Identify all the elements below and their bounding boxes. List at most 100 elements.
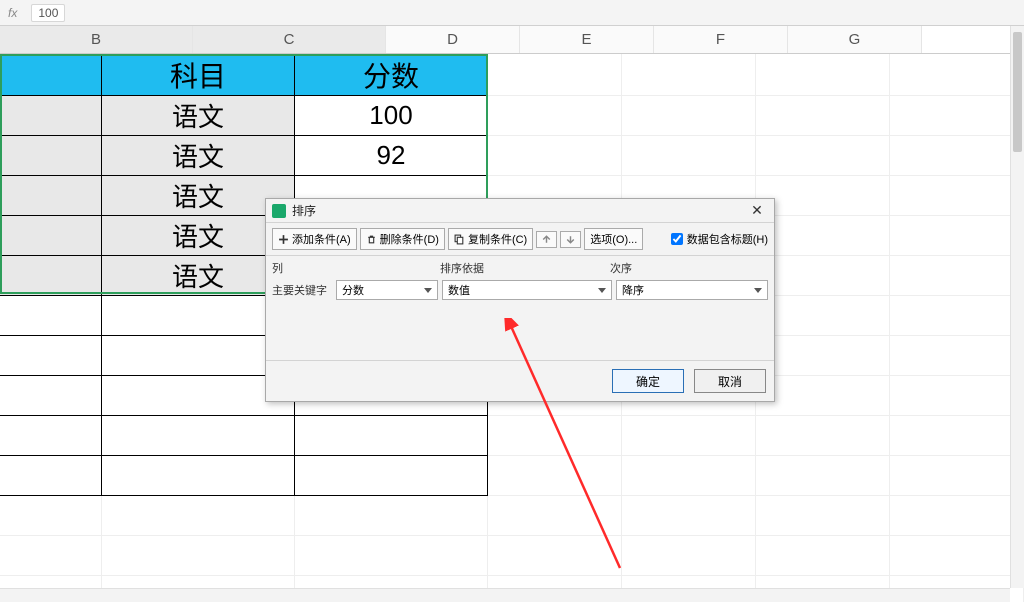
cell-C12[interactable] bbox=[295, 496, 488, 536]
cell-F8[interactable] bbox=[756, 336, 890, 376]
cell-score-3[interactable]: 92 bbox=[295, 136, 488, 176]
cell-E10[interactable] bbox=[622, 416, 756, 456]
vertical-scrollbar[interactable] bbox=[1010, 26, 1024, 588]
options-label: 选项(O)... bbox=[590, 231, 637, 247]
cell-A2[interactable] bbox=[0, 96, 102, 136]
dialog-titlebar[interactable]: 排序 ✕ bbox=[266, 199, 774, 223]
cell-C13[interactable] bbox=[295, 536, 488, 576]
cell-B12[interactable] bbox=[102, 496, 295, 536]
cell-E11[interactable] bbox=[622, 456, 756, 496]
cell-A12[interactable] bbox=[0, 496, 102, 536]
arrow-up-icon bbox=[541, 234, 552, 245]
cell-G13[interactable] bbox=[890, 536, 1024, 576]
cell-A5[interactable] bbox=[0, 216, 102, 256]
cell-A4[interactable] bbox=[0, 176, 102, 216]
cell-G10[interactable] bbox=[890, 416, 1024, 456]
cell-D13[interactable] bbox=[488, 536, 622, 576]
cell-G2[interactable] bbox=[890, 96, 1024, 136]
cell-F1[interactable] bbox=[756, 54, 890, 96]
sort-order-combo[interactable]: 降序 bbox=[616, 280, 768, 300]
cell-subject-3[interactable]: 语文 bbox=[102, 136, 295, 176]
copy-condition-button[interactable]: 复制条件(C) bbox=[448, 228, 533, 250]
cell-F7[interactable] bbox=[756, 296, 890, 336]
options-button[interactable]: 选项(O)... bbox=[584, 228, 643, 250]
cell-A3[interactable] bbox=[0, 136, 102, 176]
col-header-B[interactable]: B bbox=[0, 26, 193, 53]
ok-button[interactable]: 确定 bbox=[612, 369, 684, 393]
vertical-scrollbar-thumb[interactable] bbox=[1013, 32, 1022, 152]
cell-F3[interactable] bbox=[756, 136, 890, 176]
header-basis: 排序依据 bbox=[440, 260, 610, 276]
cell-A11[interactable] bbox=[0, 456, 102, 496]
cell-subject-header[interactable]: 科目 bbox=[102, 54, 295, 96]
horizontal-scrollbar[interactable] bbox=[0, 588, 1010, 602]
col-header-G[interactable]: G bbox=[788, 26, 922, 53]
cell-E2[interactable] bbox=[622, 96, 756, 136]
move-down-button[interactable] bbox=[560, 231, 581, 248]
cell-D10[interactable] bbox=[488, 416, 622, 456]
cell-D3[interactable] bbox=[488, 136, 622, 176]
cell-G7[interactable] bbox=[890, 296, 1024, 336]
has-header-checkbox[interactable]: 数据包含标题(H) bbox=[671, 231, 768, 247]
cell-B11[interactable] bbox=[102, 456, 295, 496]
cell-D2[interactable] bbox=[488, 96, 622, 136]
cell-G9[interactable] bbox=[890, 376, 1024, 416]
cancel-button[interactable]: 取消 bbox=[694, 369, 766, 393]
col-header-C[interactable]: C bbox=[193, 26, 386, 53]
cell-A9[interactable] bbox=[0, 376, 102, 416]
cell-G8[interactable] bbox=[890, 336, 1024, 376]
cell-G11[interactable] bbox=[890, 456, 1024, 496]
cell-E12[interactable] bbox=[622, 496, 756, 536]
close-icon[interactable]: ✕ bbox=[746, 202, 768, 220]
cell-F13[interactable] bbox=[756, 536, 890, 576]
cell-G1[interactable] bbox=[890, 54, 1024, 96]
cell-C10[interactable] bbox=[295, 416, 488, 456]
has-header-checkbox-input[interactable] bbox=[671, 233, 683, 245]
header-column: 列 bbox=[272, 260, 440, 276]
cell-F2[interactable] bbox=[756, 96, 890, 136]
cell-F12[interactable] bbox=[756, 496, 890, 536]
cell-F6[interactable] bbox=[756, 256, 890, 296]
move-up-button[interactable] bbox=[536, 231, 557, 248]
cell-A13[interactable] bbox=[0, 536, 102, 576]
cell-B13[interactable] bbox=[102, 536, 295, 576]
cell-F4[interactable] bbox=[756, 176, 890, 216]
cell-C11[interactable] bbox=[295, 456, 488, 496]
cell-G4[interactable] bbox=[890, 176, 1024, 216]
add-condition-label: 添加条件(A) bbox=[292, 231, 351, 247]
sort-dialog: 排序 ✕ 添加条件(A) 删除条件(D) 复制条件(C) 选项(O)... 数据… bbox=[265, 198, 775, 402]
cell-score-header[interactable]: 分数 bbox=[295, 54, 488, 96]
add-condition-button[interactable]: 添加条件(A) bbox=[272, 228, 357, 250]
cell-G12[interactable] bbox=[890, 496, 1024, 536]
cell-F9[interactable] bbox=[756, 376, 890, 416]
fx-label: fx bbox=[8, 6, 17, 20]
sort-basis-combo[interactable]: 数值 bbox=[442, 280, 612, 300]
cell-F11[interactable] bbox=[756, 456, 890, 496]
cell-D1[interactable] bbox=[488, 54, 622, 96]
cell-B10[interactable] bbox=[102, 416, 295, 456]
cell-subject-2[interactable]: 语文 bbox=[102, 96, 295, 136]
sort-column-combo[interactable]: 分数 bbox=[336, 280, 438, 300]
cell-A6[interactable] bbox=[0, 256, 102, 296]
cell-E3[interactable] bbox=[622, 136, 756, 176]
cell-F5[interactable] bbox=[756, 216, 890, 256]
cell-A8[interactable] bbox=[0, 336, 102, 376]
cell-E13[interactable] bbox=[622, 536, 756, 576]
col-header-F[interactable]: F bbox=[654, 26, 788, 53]
cell-score-2[interactable]: 100 bbox=[295, 96, 488, 136]
cell-G5[interactable] bbox=[890, 216, 1024, 256]
cell-A-header[interactable] bbox=[0, 54, 102, 96]
cell-G3[interactable] bbox=[890, 136, 1024, 176]
cell-A7[interactable] bbox=[0, 296, 102, 336]
formula-bar-value[interactable]: 100 bbox=[31, 4, 65, 22]
col-header-D[interactable]: D bbox=[386, 26, 520, 53]
delete-condition-button[interactable]: 删除条件(D) bbox=[360, 228, 445, 250]
cell-F10[interactable] bbox=[756, 416, 890, 456]
col-header-E[interactable]: E bbox=[520, 26, 654, 53]
cell-A10[interactable] bbox=[0, 416, 102, 456]
cell-D12[interactable] bbox=[488, 496, 622, 536]
cell-E1[interactable] bbox=[622, 54, 756, 96]
cell-G6[interactable] bbox=[890, 256, 1024, 296]
cell-D11[interactable] bbox=[488, 456, 622, 496]
dialog-grid-header: 列 排序依据 次序 bbox=[266, 256, 774, 278]
